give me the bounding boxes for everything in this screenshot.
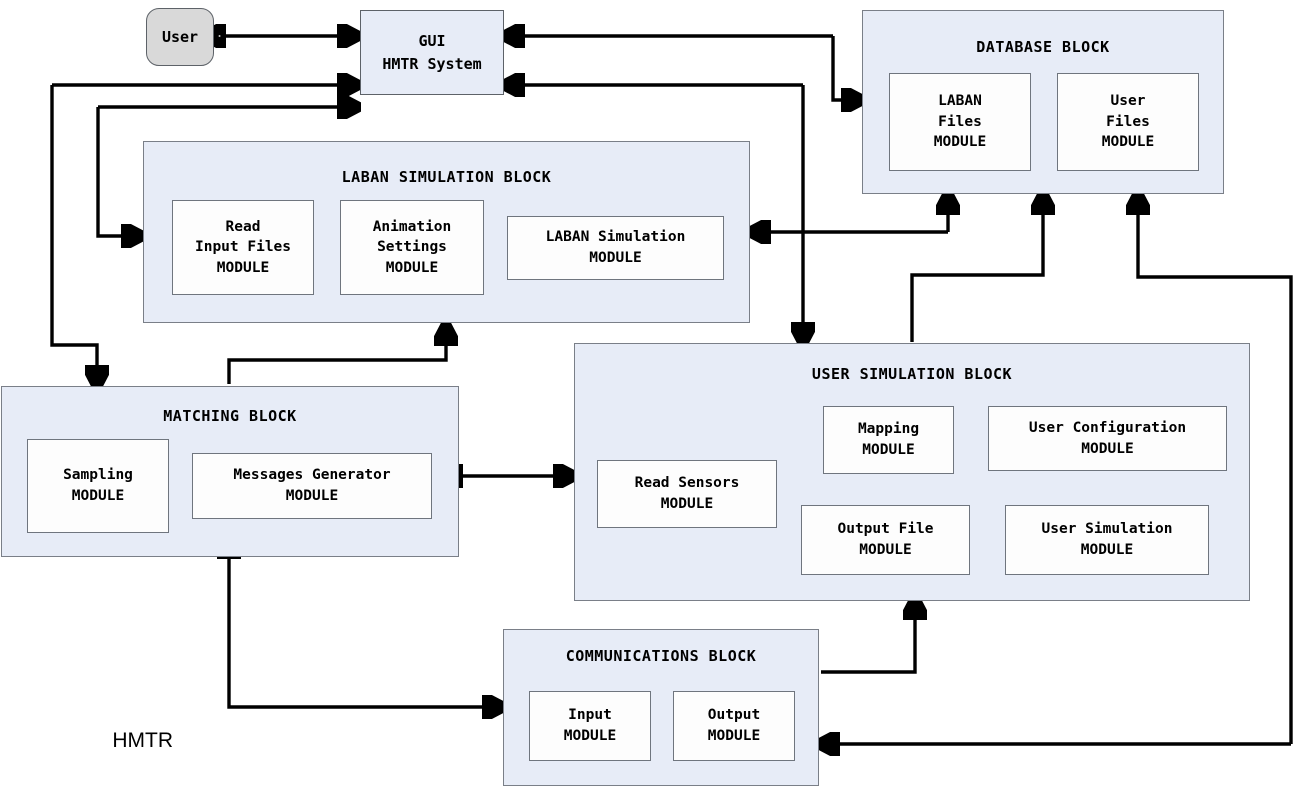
module-laban-files-line3: MODULE bbox=[933, 134, 987, 151]
module-user-configuration[interactable]: User Configuration MODULE bbox=[988, 406, 1227, 471]
block-database-title: DATABASE BLOCK bbox=[976, 38, 1110, 56]
block-matching[interactable]: MATCHING BLOCK Sampling MODULE Messages … bbox=[1, 386, 459, 557]
module-user-files-line3: MODULE bbox=[1101, 134, 1155, 151]
module-laban-simulation-line1: LABAN Simulation bbox=[545, 229, 686, 246]
module-messages-generator-line1: Messages Generator bbox=[233, 467, 391, 484]
node-gui-hmtr-system[interactable]: GUI HMTR System bbox=[360, 10, 504, 95]
block-database[interactable]: DATABASE BLOCK LABAN Files MODULE User F… bbox=[862, 10, 1224, 194]
module-read-sensors-line2: MODULE bbox=[660, 496, 714, 512]
module-read-sensors[interactable]: Read Sensors MODULE bbox=[597, 460, 777, 528]
block-laban-simulation-title: LABAN SIMULATION BLOCK bbox=[341, 168, 552, 186]
module-sampling-line1: Sampling bbox=[63, 467, 133, 484]
block-user-simulation[interactable]: USER SIMULATION BLOCK Read Sensors MODUL… bbox=[574, 343, 1250, 601]
module-read-input-files-line1: Read bbox=[225, 218, 261, 235]
module-input[interactable]: Input MODULE bbox=[529, 691, 651, 761]
hmtr-architecture-diagram: User GUI HMTR System DATABASE BLOCK LABA… bbox=[0, 0, 1298, 786]
module-read-input-files[interactable]: Read Input Files MODULE bbox=[172, 200, 314, 295]
module-input-line1: Input bbox=[568, 707, 612, 724]
node-user[interactable]: User bbox=[146, 8, 214, 66]
module-user-files[interactable]: User Files MODULE bbox=[1057, 73, 1199, 171]
module-animation-settings[interactable]: Animation Settings MODULE bbox=[340, 200, 484, 295]
gui-label-line2: HMTR System bbox=[382, 54, 482, 73]
module-user-simulation-line1: User Simulation bbox=[1041, 521, 1173, 538]
module-sampling[interactable]: Sampling MODULE bbox=[27, 439, 169, 533]
module-output-line1: Output bbox=[707, 707, 761, 724]
module-laban-files[interactable]: LABAN Files MODULE bbox=[889, 73, 1031, 171]
block-matching-title: MATCHING BLOCK bbox=[163, 407, 297, 425]
module-read-input-files-line2: Input Files bbox=[194, 239, 292, 256]
module-laban-simulation-line2: MODULE bbox=[589, 250, 642, 266]
module-user-simulation-line2: MODULE bbox=[1080, 542, 1134, 558]
arrow-communications-user-simulation bbox=[821, 601, 915, 674]
gui-label-line1: GUI bbox=[418, 32, 446, 50]
arrow-user-simulation-database bbox=[910, 196, 1043, 342]
module-output[interactable]: Output MODULE bbox=[673, 691, 795, 761]
module-laban-files-line1: LABAN bbox=[938, 93, 982, 110]
module-output-file[interactable]: Output File MODULE bbox=[801, 505, 970, 575]
user-label: User bbox=[161, 28, 199, 46]
module-user-configuration-line2: MODULE bbox=[1081, 440, 1134, 457]
arrow-matching-communications bbox=[229, 557, 501, 707]
module-read-sensors-line1: Read Sensors bbox=[634, 475, 740, 492]
diagram-caption: HMTR Software Architecture bbox=[0, 700, 262, 786]
block-laban-simulation[interactable]: LABAN SIMULATION BLOCK Read Input Files … bbox=[143, 141, 750, 323]
module-mapping-line2: MODULE bbox=[862, 442, 915, 458]
module-laban-files-line2: Files bbox=[938, 113, 982, 130]
caption-line-1: HMTR bbox=[112, 729, 173, 753]
module-sampling-line2: MODULE bbox=[71, 488, 125, 504]
module-laban-simulation[interactable]: LABAN Simulation MODULE bbox=[507, 216, 724, 280]
block-communications-title: COMMUNICATIONS BLOCK bbox=[565, 647, 757, 665]
block-user-simulation-title: USER SIMULATION BLOCK bbox=[811, 365, 1013, 383]
module-read-input-files-line3: MODULE bbox=[216, 259, 270, 276]
arrow-gui-database bbox=[506, 36, 860, 100]
module-input-line2: MODULE bbox=[563, 728, 617, 744]
module-user-files-line2: Files bbox=[1106, 113, 1150, 130]
module-animation-settings-line1: Animation bbox=[372, 218, 452, 235]
module-animation-settings-line2: Settings bbox=[377, 239, 447, 256]
module-user-simulation[interactable]: User Simulation MODULE bbox=[1005, 505, 1209, 575]
arrow-matching-laban-simulation bbox=[227, 327, 446, 384]
module-animation-settings-line3: MODULE bbox=[385, 259, 439, 276]
module-user-files-line1: User bbox=[1110, 93, 1146, 110]
module-messages-generator-line2: MODULE bbox=[285, 488, 339, 504]
module-output-line2: MODULE bbox=[707, 728, 761, 744]
module-output-file-line1: Output File bbox=[837, 521, 934, 538]
arrow-laban-simulation-database bbox=[752, 196, 948, 232]
block-communications[interactable]: COMMUNICATIONS BLOCK Input MODULE Output… bbox=[503, 629, 819, 786]
module-output-file-line2: MODULE bbox=[859, 542, 912, 558]
module-messages-generator[interactable]: Messages Generator MODULE bbox=[192, 453, 432, 519]
module-mapping[interactable]: Mapping MODULE bbox=[823, 406, 954, 474]
module-user-configuration-line1: User Configuration bbox=[1028, 419, 1187, 436]
module-mapping-line1: Mapping bbox=[857, 421, 920, 438]
